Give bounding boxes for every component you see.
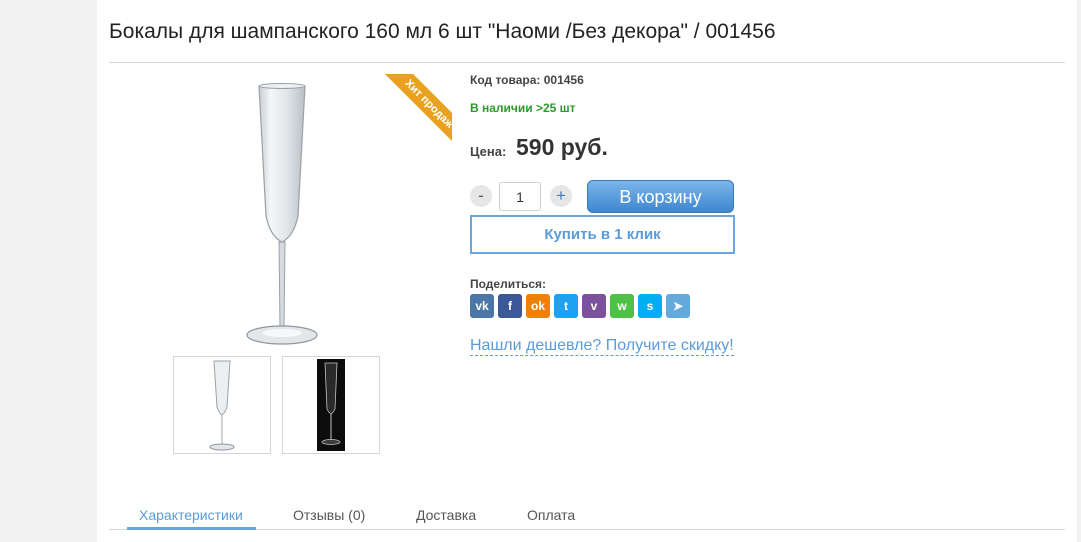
quantity-decrease-button[interactable]: - bbox=[470, 185, 492, 207]
bestseller-badge: Хит продаж bbox=[376, 74, 452, 150]
whatsapp-icon[interactable]: w bbox=[610, 294, 634, 318]
tab-payment[interactable]: Оплата bbox=[527, 507, 575, 523]
flute-thumbnail-icon bbox=[209, 360, 235, 451]
product-tabs: Характеристики Отзывы (0) Доставка Оплат… bbox=[109, 500, 1065, 530]
quantity-input[interactable] bbox=[499, 182, 541, 211]
viber-icon[interactable]: v bbox=[582, 294, 606, 318]
bestseller-badge-label: Хит продаж bbox=[376, 74, 452, 150]
tab-characteristics[interactable]: Характеристики bbox=[139, 507, 243, 523]
twitter-icon[interactable]: t bbox=[554, 294, 578, 318]
title-divider bbox=[109, 62, 1065, 63]
skype-icon[interactable]: s bbox=[638, 294, 662, 318]
price-value: 590 руб. bbox=[516, 134, 608, 160]
vk-icon[interactable]: vk bbox=[470, 294, 494, 318]
telegram-icon[interactable]: ➤ bbox=[666, 294, 690, 318]
price-label: Цена: bbox=[470, 144, 507, 159]
page-title: Бокалы для шампанского 160 мл 6 шт "Наом… bbox=[109, 20, 776, 43]
facebook-icon[interactable]: f bbox=[498, 294, 522, 318]
tab-reviews[interactable]: Отзывы (0) bbox=[293, 507, 365, 523]
stock-status: В наличии >25 шт bbox=[470, 101, 576, 115]
product-page: Бокалы для шампанского 160 мл 6 шт "Наом… bbox=[97, 0, 1077, 542]
product-code: Код товара: 001456 bbox=[470, 73, 584, 87]
tab-delivery[interactable]: Доставка bbox=[416, 507, 476, 523]
quantity-increase-button[interactable]: + bbox=[550, 185, 572, 207]
odnoklassniki-icon[interactable]: ok bbox=[526, 294, 550, 318]
share-buttons: vk f ok t v w s ➤ bbox=[470, 294, 690, 318]
thumbnail-1[interactable] bbox=[173, 356, 271, 454]
product-main-image[interactable] bbox=[222, 76, 342, 350]
thumbnail-2[interactable] bbox=[282, 356, 380, 454]
buy-one-click-button[interactable]: Купить в 1 клик bbox=[470, 215, 735, 254]
boxed-flute-thumbnail-icon bbox=[317, 359, 345, 451]
found-cheaper-link[interactable]: Нашли дешевле? Получите скидку! bbox=[470, 337, 734, 356]
share-label: Поделиться: bbox=[470, 277, 547, 291]
active-tab-indicator bbox=[127, 527, 256, 530]
add-to-cart-button[interactable]: В корзину bbox=[587, 180, 734, 213]
